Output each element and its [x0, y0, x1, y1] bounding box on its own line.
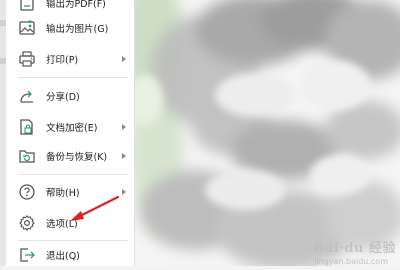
file-menu: 输出为PDF(F) 输出为图片(G) 打印(P) 分享(D) 文档加密(E) 备… — [6, 0, 135, 266]
menu-item-label: 选项(L) — [46, 219, 78, 230]
menu-item-label: 文档加密(E) — [46, 123, 98, 134]
menu-item-label: 帮助(H) — [46, 188, 80, 199]
watermark-text: Bai·du 经验 — [313, 241, 396, 256]
pdf-icon — [16, 0, 38, 14]
help-icon — [16, 181, 38, 203]
backup-icon — [16, 145, 38, 167]
menu-item-encrypt[interactable]: 文档加密(E) — [6, 112, 134, 142]
share-icon — [16, 85, 38, 107]
menu-item-share[interactable]: 分享(D) — [6, 81, 134, 111]
menu-item-label: 退出(Q) — [46, 251, 80, 262]
menu-item-label: 备份与恢复(K) — [46, 152, 108, 163]
menu-item-print[interactable]: 打印(P) — [6, 44, 134, 74]
printer-icon — [16, 48, 38, 70]
submenu-arrow-icon — [122, 153, 126, 159]
menu-item-label: 输出为图片(G) — [46, 24, 109, 35]
menu-item-output-image[interactable]: 输出为图片(G) — [6, 13, 134, 43]
submenu-arrow-icon — [122, 56, 126, 62]
menu-item-label: 输出为PDF(F) — [46, 0, 106, 10]
document-canvas: Bai·du 经验 jingyan.baidu.com — [135, 0, 400, 266]
exit-icon — [16, 244, 38, 266]
menu-item-backup[interactable]: 备份与恢复(K) — [6, 141, 134, 171]
menu-divider — [18, 174, 128, 175]
submenu-arrow-icon — [122, 189, 126, 195]
menu-item-label: 打印(P) — [46, 55, 79, 66]
canvas-background-graphic — [135, 0, 400, 266]
lock-document-icon — [16, 116, 38, 138]
gear-icon — [16, 212, 38, 234]
image-icon — [16, 17, 38, 39]
submenu-arrow-icon — [122, 124, 126, 130]
watermark: Bai·du 经验 — [314, 237, 396, 256]
menu-divider — [18, 77, 128, 78]
menu-item-label: 分享(D) — [46, 92, 80, 103]
menu-item-options[interactable]: 选项(L) — [6, 208, 134, 238]
watermark-subtext: jingyan.baidu.com — [314, 257, 388, 266]
menu-item-help[interactable]: 帮助(H) — [6, 177, 134, 207]
